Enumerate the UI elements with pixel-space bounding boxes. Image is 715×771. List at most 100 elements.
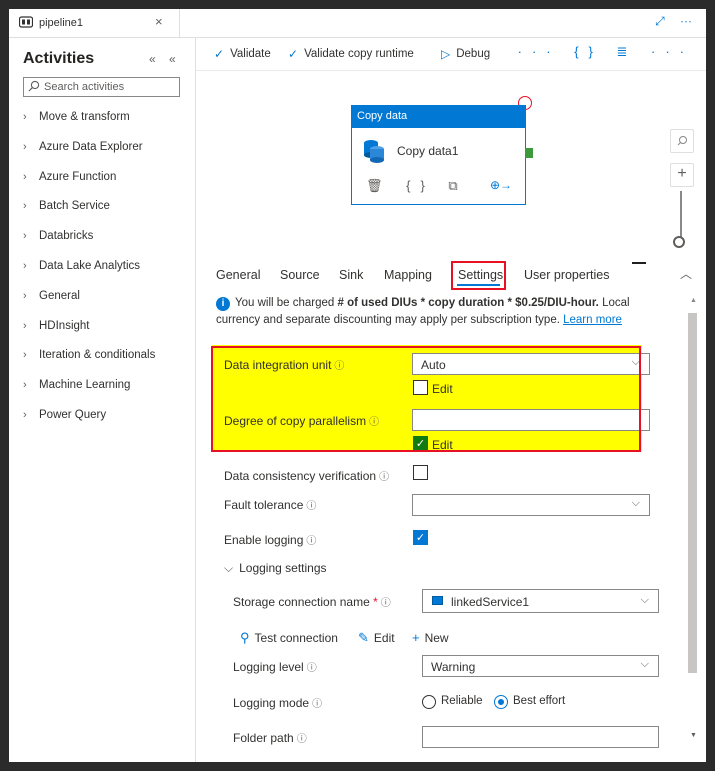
tab-sink[interactable]: Sink <box>339 268 363 282</box>
category-databricks[interactable]: › Databricks <box>23 230 193 260</box>
property-tabs: General Source Sink Mapping Settings Use… <box>196 261 706 291</box>
enable-logging-checkbox[interactable]: ✓ <box>413 530 428 545</box>
activity-header: Copy data <box>352 106 525 128</box>
copy-data-activity[interactable]: Copy data Copy data1 🗑 {} ⧉ ⊕→ <box>351 105 526 205</box>
category-iteration-conditionals[interactable]: › Iteration & conditionals <box>23 349 193 379</box>
scroll-down-icon[interactable]: ▼ <box>690 732 697 739</box>
pipeline-tab-title: pipeline1 <box>39 17 84 29</box>
collapse-icon[interactable]: « « <box>149 52 181 66</box>
consistency-checkbox[interactable] <box>413 465 428 480</box>
zoom-search-button[interactable] <box>670 129 694 153</box>
expand-more-icons[interactable]: ⤢ ⋯ <box>655 14 698 29</box>
storage-connection-select[interactable]: linkedService1 ⌵ <box>422 589 659 613</box>
tab-user-properties[interactable]: User properties <box>524 268 609 282</box>
activities-panel: Activities « « › Move & transform › Azure … <box>9 38 196 762</box>
check-icon: ✓ <box>214 47 225 61</box>
required-marker: * <box>373 595 378 609</box>
search-input[interactable] <box>44 79 176 95</box>
zoom-slider-handle[interactable] <box>673 236 685 248</box>
learn-more-link[interactable]: Learn more <box>563 314 622 326</box>
toolbar-more-icons[interactable]: ··· {} ≣ ··· <box>518 44 694 60</box>
logging-level-select[interactable]: Warning ⌵ <box>422 655 659 677</box>
info-icon: ⓘ <box>306 536 317 547</box>
category-label: Power Query <box>39 408 107 421</box>
chevron-up-icon[interactable]: ︿ <box>680 265 692 282</box>
tab-settings[interactable]: Settings <box>451 261 506 290</box>
settings-panel: i You will be charged # of used DIUs * co… <box>196 291 706 762</box>
tab-general[interactable]: General <box>216 268 260 282</box>
logging-settings-label: Logging settings <box>239 561 327 575</box>
reliable-radio[interactable] <box>422 695 436 709</box>
test-connection-button[interactable]: ⚲ Test connection <box>240 630 338 646</box>
chevron-right-icon: › <box>23 200 27 213</box>
new-connection-button[interactable]: + New <box>412 630 449 645</box>
category-label: Data Lake Analytics <box>39 259 141 272</box>
success-port[interactable] <box>525 148 533 158</box>
level-label-text: Logging level <box>233 660 304 674</box>
category-label: Batch Service <box>39 200 110 213</box>
scrollbar[interactable] <box>688 313 697 673</box>
activity-name: Copy data1 <box>397 144 459 158</box>
logging-settings-toggle[interactable]: ⌵ Logging settings <box>224 561 327 576</box>
search-icon <box>28 80 40 92</box>
fault-label-text: Fault tolerance <box>224 498 304 512</box>
validate-runtime-label: Validate copy runtime <box>304 48 414 60</box>
zoom-slider-track[interactable] <box>680 191 682 241</box>
validate-button[interactable]: ✓ Validate <box>214 47 271 61</box>
activity-categories: › Move & transform › Azure Data Explorer ›… <box>23 111 193 439</box>
storage-value: linkedService1 <box>451 595 530 609</box>
debug-button[interactable]: ▷ Debug <box>441 47 490 61</box>
consistency-label-text: Data consistency verification <box>224 469 377 483</box>
info-bold: # of used DIUs * copy duration * $0.25/D… <box>337 297 599 309</box>
enable-logging-label: Enable logging ⓘ <box>224 532 316 547</box>
activity-action-icons[interactable]: 🗑 {} ⧉ <box>366 178 468 194</box>
debug-label: Debug <box>456 48 491 60</box>
edit-connection-button[interactable]: ✎ Edit <box>358 630 395 646</box>
category-power-query[interactable]: › Power Query <box>23 409 193 439</box>
folder-label-text: Folder path <box>233 731 294 745</box>
best-effort-radio[interactable] <box>494 695 508 709</box>
category-move-transform[interactable]: › Move & transform <box>23 111 193 141</box>
category-hdinsight[interactable]: › HDInsight <box>23 320 193 350</box>
category-label: Machine Learning <box>39 379 131 392</box>
output-arrow-icon[interactable]: ⊕→ <box>490 178 512 192</box>
zoom-in-button[interactable]: + <box>670 163 694 187</box>
pricing-info: i You will be charged # of used DIUs * co… <box>216 295 656 329</box>
edit-label: Edit <box>373 631 395 645</box>
pipeline-tab[interactable]: pipeline1 × <box>9 9 180 37</box>
scroll-up-icon[interactable]: ▲ <box>690 297 697 304</box>
activities-title: Activities <box>23 50 95 67</box>
category-batch-service[interactable]: › Batch Service <box>23 200 193 230</box>
category-data-lake-analytics[interactable]: › Data Lake Analytics <box>23 260 193 290</box>
logging-label-text: Enable logging <box>224 533 304 547</box>
search-icon <box>677 136 687 146</box>
category-machine-learning[interactable]: › Machine Learning <box>23 379 193 409</box>
adf-pipeline-window: pipeline1 × ⤢ ⋯ Activities « « › Move & t… <box>9 9 706 762</box>
category-azure-data-explorer[interactable]: › Azure Data Explorer <box>23 141 193 171</box>
info-icon: ⓘ <box>312 699 323 710</box>
category-general[interactable]: › General <box>23 290 193 320</box>
storage-label-text: Storage connection name <box>233 595 370 609</box>
fault-tolerance-select[interactable]: ⌵ <box>412 494 650 516</box>
storage-connection-label: Storage connection name * ⓘ <box>233 594 391 609</box>
best-effort-label: Best effort <box>513 695 566 707</box>
category-azure-function[interactable]: › Azure Function <box>23 171 193 201</box>
play-icon: ▷ <box>441 47 451 61</box>
plus-icon: + <box>412 630 420 645</box>
level-value: Warning <box>431 660 476 674</box>
info-icon: ⓘ <box>380 598 391 609</box>
category-label: Databricks <box>39 230 94 243</box>
tab-settings-label: Settings <box>458 268 504 282</box>
chevron-right-icon: › <box>23 170 27 183</box>
close-icon[interactable]: × <box>155 14 163 29</box>
folder-path-input[interactable] <box>422 726 659 748</box>
tab-source[interactable]: Source <box>280 268 320 282</box>
validate-label: Validate <box>230 48 271 60</box>
tab-mapping[interactable]: Mapping <box>384 268 432 282</box>
chevron-right-icon: › <box>23 111 27 123</box>
fault-tolerance-label: Fault tolerance ⓘ <box>224 497 316 512</box>
activity-type: Copy data <box>357 110 408 122</box>
info-icon: i <box>216 297 230 311</box>
validate-runtime-button[interactable]: ✓ Validate copy runtime <box>288 47 414 61</box>
category-label: HDInsight <box>39 319 90 332</box>
